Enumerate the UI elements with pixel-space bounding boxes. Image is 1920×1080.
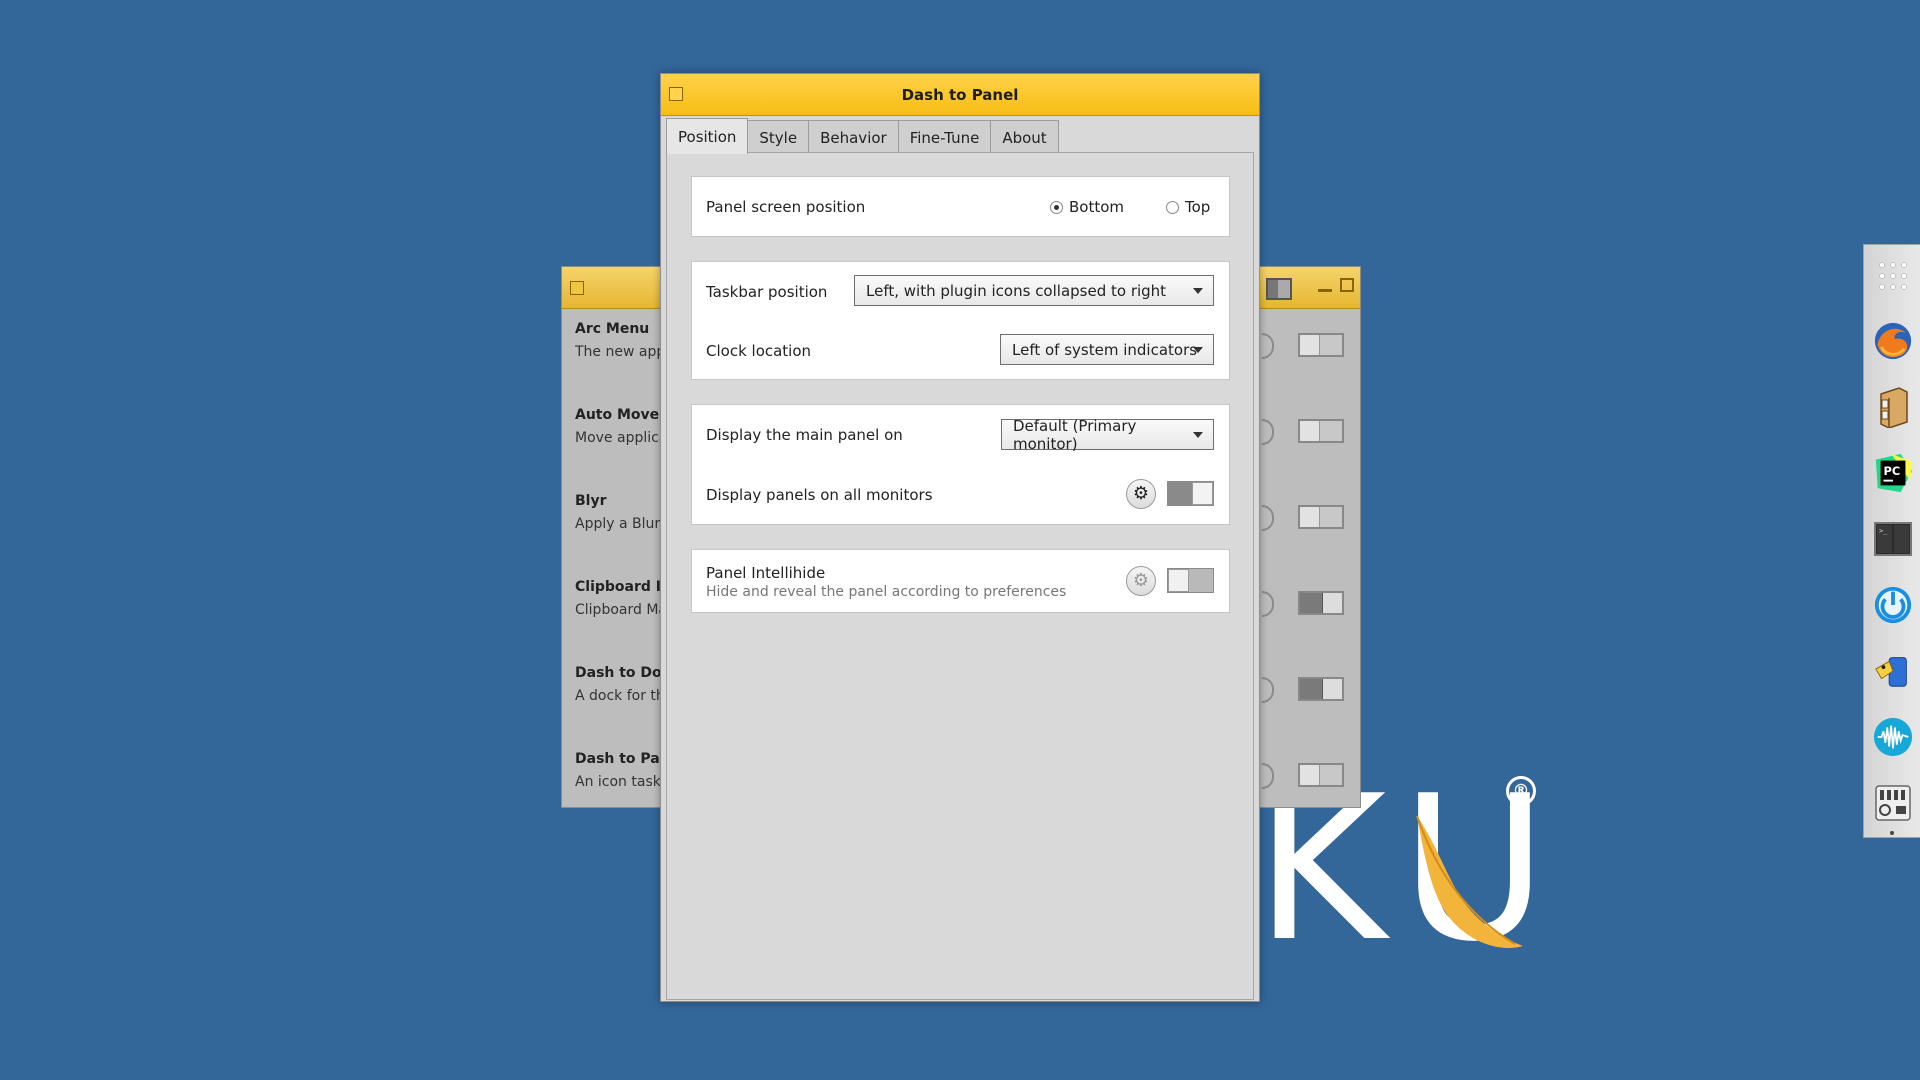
window-switch-icon [1266,278,1292,300]
minimize-icon[interactable] [1318,289,1332,292]
main-panel-value: Default (Primary monitor) [1013,416,1137,453]
gear-icon: ⚙ [1132,570,1150,591]
mixer-icon[interactable] [1872,782,1914,824]
file-cabinet-icon[interactable] [1872,386,1914,428]
clock-location-value: Left of system indicators [1012,340,1198,359]
radio-bottom-indicator[interactable] [1050,200,1063,214]
running-indicator [1890,831,1894,835]
extension-toggle[interactable] [1298,591,1344,615]
settings-button[interactable] [1262,677,1274,703]
power-app-icon[interactable] [1872,584,1914,626]
gear-icon: ⚙ [1132,483,1150,504]
chevron-down-icon [1193,432,1203,438]
extensions-toggles [1262,325,1360,807]
intellihide-card: Panel Intellihide Hide and reveal the pa… [691,549,1230,613]
dialog-titlebar[interactable]: Dash to Panel [661,74,1259,116]
dialog-title: Dash to Panel [901,85,1019,104]
settings-button[interactable] [1262,505,1274,531]
extension-toggle[interactable] [1298,763,1344,787]
extension-toggle[interactable] [1298,333,1344,357]
terminal-icon[interactable]: >_ [1872,518,1914,560]
clock-location-label: Clock location [706,341,812,360]
dash-to-panel-dialog: Dash to Panel Position Style Behavior Fi… [660,73,1260,1002]
all-monitors-settings-button[interactable]: ⚙ [1126,479,1156,509]
extension-toggle[interactable] [1298,505,1344,529]
all-monitors-label: Display panels on all monitors [706,486,933,504]
feather-logo-icon [1416,815,1523,948]
dock: PC >_ [1863,244,1920,838]
firefox-icon[interactable] [1872,320,1914,362]
radio-top[interactable]: Top [1166,198,1210,216]
radio-top-label: Top [1185,198,1211,216]
taskbar-position-label: Taskbar position [706,282,828,301]
intellihide-settings-button[interactable]: ⚙ [1126,566,1156,596]
panel-position-card: Panel screen position Bottom Top [691,176,1230,237]
app-grid-icon[interactable] [1872,255,1914,297]
radio-top-indicator[interactable] [1166,200,1179,214]
tab-about[interactable]: About [990,120,1059,154]
intellihide-description: Hide and reveal the panel according to p… [706,584,1067,600]
radio-bottom[interactable]: Bottom [1050,198,1124,216]
pycharm-icon[interactable]: PC [1872,452,1914,494]
svg-text:PC: PC [1883,464,1900,478]
mail-bird-icon[interactable] [1872,650,1914,692]
tab-position[interactable]: Position [666,118,749,154]
intellihide-label: Panel Intellihide [706,564,826,582]
tab-behavior[interactable]: Behavior [808,120,899,154]
extension-toggle[interactable] [1298,677,1344,701]
panel-position-label: Panel screen position [706,197,866,216]
intellihide-toggle[interactable] [1167,568,1214,593]
wallpaper-registered-mark: ® [1506,776,1536,806]
tab-style[interactable]: Style [747,120,810,154]
position-tab-panel: Panel screen position Bottom Top Taskbar… [666,152,1254,1000]
maximize-icon[interactable] [1340,278,1354,292]
all-monitors-toggle[interactable] [1167,481,1214,506]
monitors-card: Display the main panel on Default (Prima… [691,404,1230,525]
window-menu-icon[interactable] [669,87,683,101]
audio-wave-icon[interactable] [1872,716,1914,758]
chevron-down-icon [1193,347,1203,353]
svg-text:>_: >_ [1879,527,1888,535]
chevron-down-icon [1193,288,1203,294]
main-panel-label: Display the main panel on [706,426,903,444]
settings-button[interactable] [1262,763,1274,789]
settings-button[interactable] [1262,333,1274,359]
tab-fine-tune[interactable]: Fine-Tune [897,120,992,154]
taskbar-card: Taskbar position Left, with plugin icons… [691,261,1230,380]
taskbar-position-value: Left, with plugin icons collapsed to rig… [866,281,1167,300]
tab-bar: Position Style Behavior Fine-Tune About [666,118,1059,154]
radio-bottom-label: Bottom [1069,198,1125,216]
taskbar-position-select[interactable]: Left, with plugin icons collapsed to rig… [854,275,1214,306]
clock-location-select[interactable]: Left of system indicators [1000,334,1214,365]
extension-toggle[interactable] [1298,419,1344,443]
settings-button[interactable] [1262,419,1274,445]
main-panel-select[interactable]: Default (Primary monitor) [1001,416,1214,453]
settings-button[interactable] [1262,591,1274,617]
window-menu-icon[interactable] [570,281,584,295]
